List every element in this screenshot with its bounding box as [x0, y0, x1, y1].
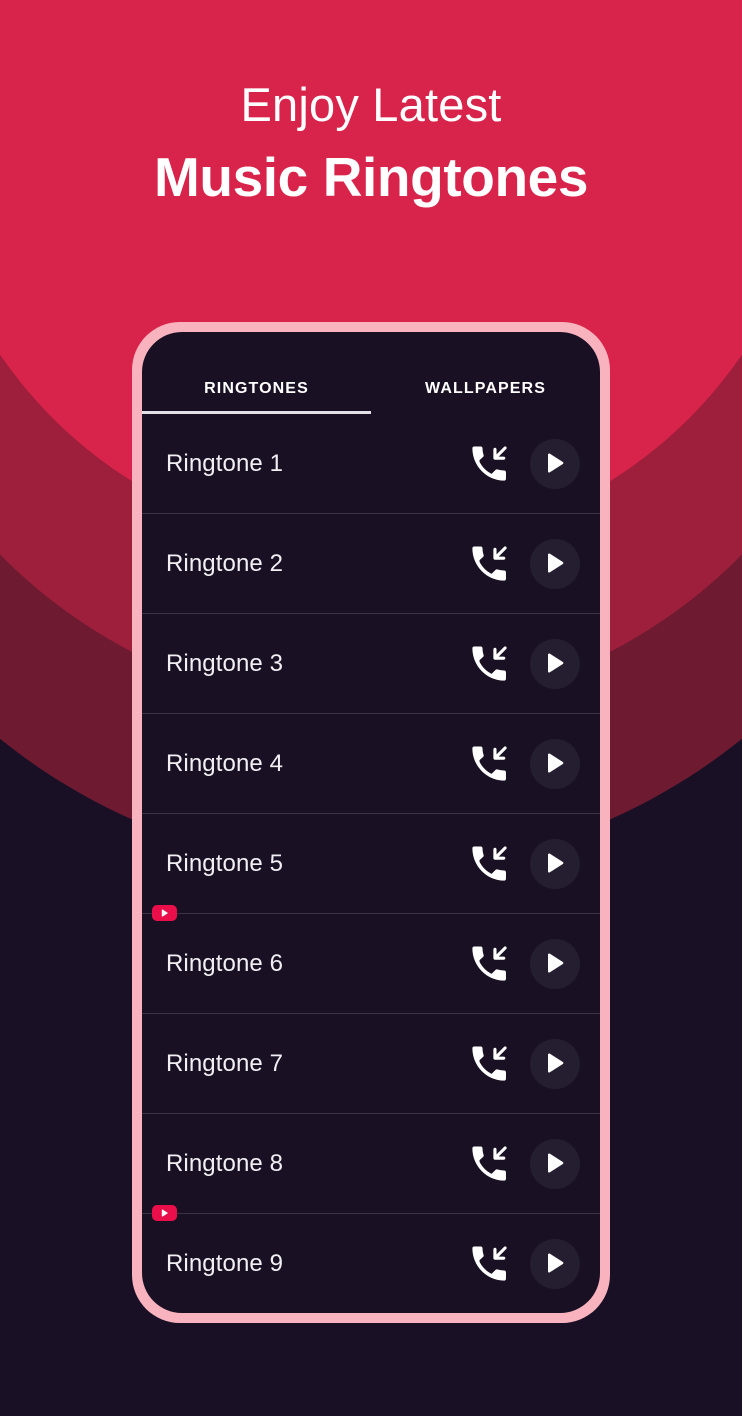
play-icon[interactable] [530, 1038, 580, 1089]
play-icon[interactable] [530, 638, 580, 689]
play-icon[interactable] [530, 1238, 580, 1289]
ringtone-list[interactable]: Ringtone 1 Ringtone 2 Ringtone 3 Rington… [142, 414, 600, 1313]
ringtone-row[interactable]: Ringtone 9 [142, 1205, 600, 1313]
ringtone-title: Ringtone 4 [166, 749, 284, 777]
ad-video-badge-icon[interactable] [152, 1205, 177, 1221]
tab-ringtones[interactable]: RINGTONES [142, 332, 371, 414]
headline: Enjoy Latest Music Ringtones [0, 78, 742, 210]
incoming-call-icon[interactable] [468, 1143, 530, 1185]
play-icon[interactable] [530, 438, 580, 489]
headline-line-1: Enjoy Latest [240, 78, 502, 131]
ringtone-title: Ringtone 6 [166, 949, 284, 977]
ringtone-row[interactable]: Ringtone 6 [142, 905, 600, 1014]
ringtone-title: Ringtone 2 [166, 549, 284, 577]
play-icon[interactable] [530, 538, 580, 589]
play-icon[interactable] [530, 738, 580, 789]
incoming-call-icon[interactable] [468, 943, 530, 985]
ringtone-title: Ringtone 1 [166, 449, 284, 477]
play-icon[interactable] [530, 838, 580, 889]
ringtone-row[interactable]: Ringtone 3 [142, 614, 600, 714]
headline-line-2: Music Ringtones [153, 146, 589, 209]
play-icon[interactable] [530, 938, 580, 989]
ringtone-row[interactable]: Ringtone 8 [142, 1114, 600, 1214]
play-icon[interactable] [530, 1138, 580, 1189]
tab-wallpapers-label: WALLPAPERS [425, 380, 546, 397]
phone-mockup: RINGTONES WALLPAPERS Ringtone 1 Ringtone… [132, 322, 610, 1323]
tab-ringtones-label: RINGTONES [204, 380, 309, 397]
ringtone-row[interactable]: Ringtone 7 [142, 1014, 600, 1114]
incoming-call-icon[interactable] [468, 1043, 530, 1085]
incoming-call-icon[interactable] [468, 843, 530, 885]
tab-bar: RINGTONES WALLPAPERS [142, 332, 600, 414]
ringtone-title: Ringtone 9 [166, 1249, 284, 1277]
ringtone-row[interactable]: Ringtone 4 [142, 714, 600, 814]
ringtone-title: Ringtone 3 [166, 649, 284, 677]
ad-video-badge-icon[interactable] [152, 905, 177, 921]
ringtone-title: Ringtone 5 [166, 849, 284, 877]
tab-wallpapers[interactable]: WALLPAPERS [371, 332, 600, 414]
ringtone-row[interactable]: Ringtone 2 [142, 514, 600, 614]
incoming-call-icon[interactable] [468, 643, 530, 685]
incoming-call-icon[interactable] [468, 543, 530, 585]
ringtone-title: Ringtone 7 [166, 1049, 284, 1077]
ringtone-title: Ringtone 8 [166, 1149, 284, 1177]
ringtone-row[interactable]: Ringtone 1 [142, 414, 600, 514]
incoming-call-icon[interactable] [468, 443, 530, 485]
ringtone-row[interactable]: Ringtone 5 [142, 814, 600, 914]
incoming-call-icon[interactable] [468, 743, 530, 785]
incoming-call-icon[interactable] [468, 1243, 530, 1285]
phone-screen: RINGTONES WALLPAPERS Ringtone 1 Ringtone… [142, 332, 600, 1313]
